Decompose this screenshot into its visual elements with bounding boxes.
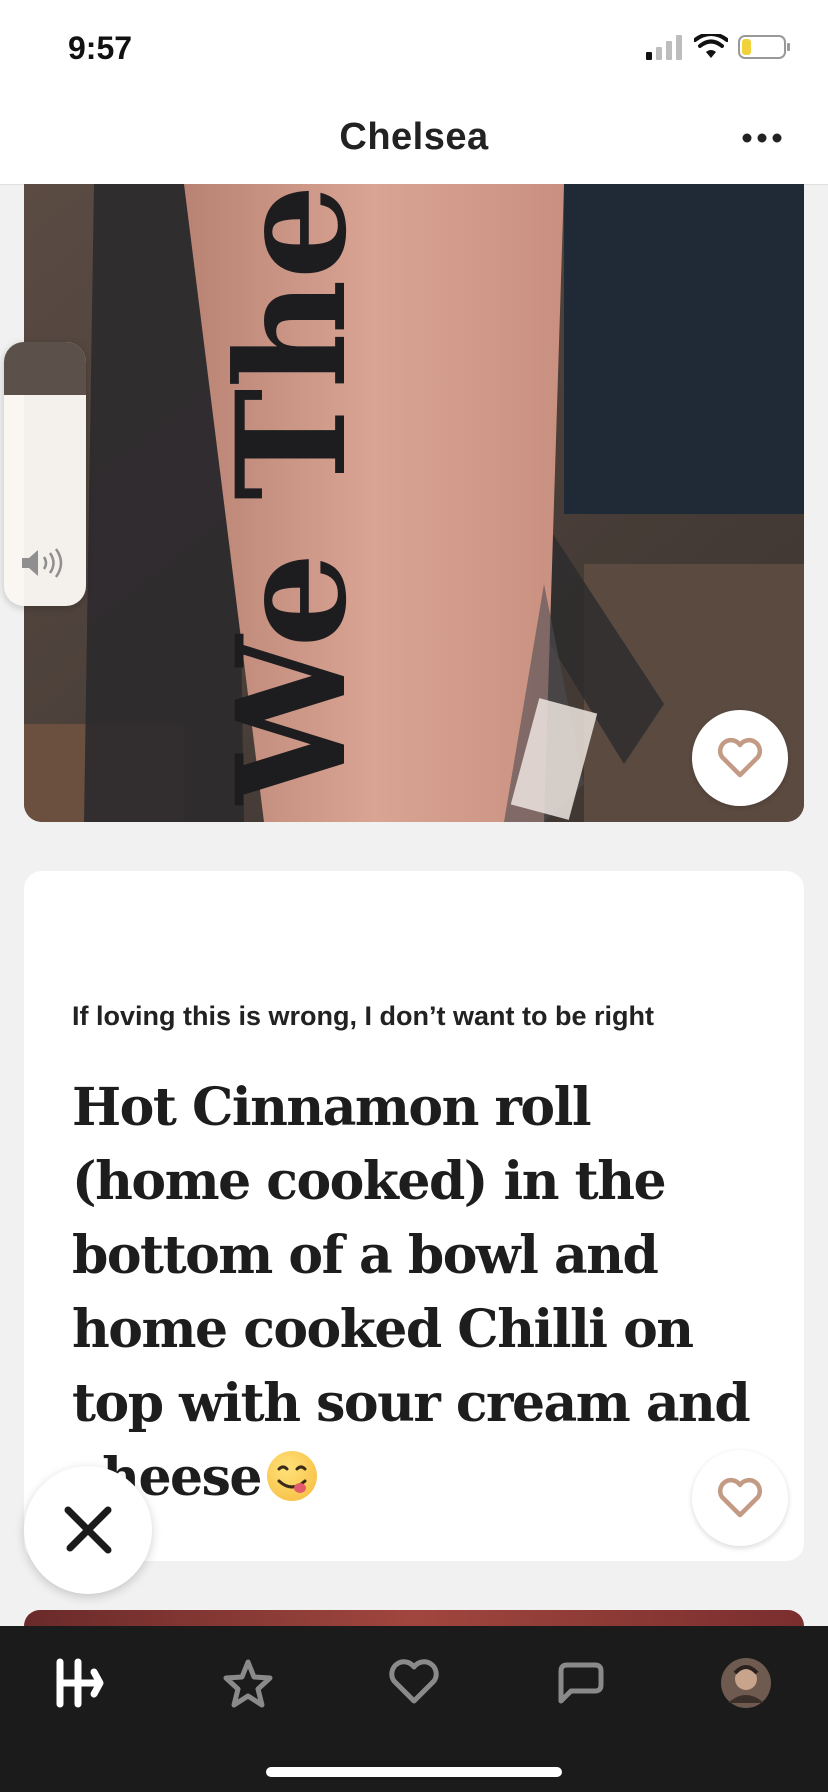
- signal-icon: [644, 34, 684, 65]
- status-time: 9:57: [68, 30, 133, 66]
- star-icon: [223, 1659, 273, 1708]
- prompt-answer-block: Hot Cinnamon roll (home cooked) in the b…: [72, 1071, 752, 1515]
- more-options-button[interactable]: [732, 116, 792, 160]
- tab-bar: [0, 1626, 828, 1792]
- skip-button[interactable]: [24, 1466, 152, 1594]
- prompt-card[interactable]: If loving this is wrong, I don’t want to…: [24, 871, 804, 1561]
- profile-avatar: [721, 1658, 771, 1708]
- volume-indicator: [4, 342, 86, 606]
- heart-icon: [717, 737, 763, 778]
- heart-icon: [717, 1477, 763, 1518]
- prompt-question: If loving this is wrong, I don’t want to…: [72, 1001, 654, 1031]
- profile-photo[interactable]: We The Peo: [24, 184, 804, 822]
- home-indicator: [266, 1767, 562, 1777]
- tab-profile[interactable]: [706, 1648, 786, 1718]
- tattoo-photo: We The Peo: [24, 184, 804, 822]
- like-photo-button[interactable]: [692, 710, 788, 806]
- like-prompt-button[interactable]: [692, 1450, 788, 1546]
- tab-likes[interactable]: [374, 1648, 454, 1718]
- profile-header: Chelsea: [0, 96, 828, 185]
- more-icon: [742, 133, 782, 143]
- prompt-answer: Hot Cinnamon roll (home cooked) in the b…: [72, 1077, 751, 1508]
- wifi-icon: [693, 32, 729, 65]
- tab-home[interactable]: [42, 1648, 122, 1718]
- chat-icon: [558, 1662, 604, 1704]
- tab-standouts[interactable]: [208, 1648, 288, 1718]
- status-bar: 9:57: [0, 0, 828, 96]
- profile-name: Chelsea: [339, 116, 489, 158]
- heart-icon: [389, 1659, 439, 1704]
- home-icon: [56, 1658, 104, 1708]
- speaker-icon: [20, 547, 70, 584]
- tab-matches[interactable]: [540, 1648, 620, 1718]
- tattoo-text: We The Peo: [204, 184, 380, 806]
- close-icon: [64, 1506, 112, 1554]
- battery-icon: [738, 34, 792, 65]
- yum-face-emoji: [267, 1451, 317, 1501]
- status-icons: [644, 32, 792, 65]
- volume-level: [4, 342, 86, 395]
